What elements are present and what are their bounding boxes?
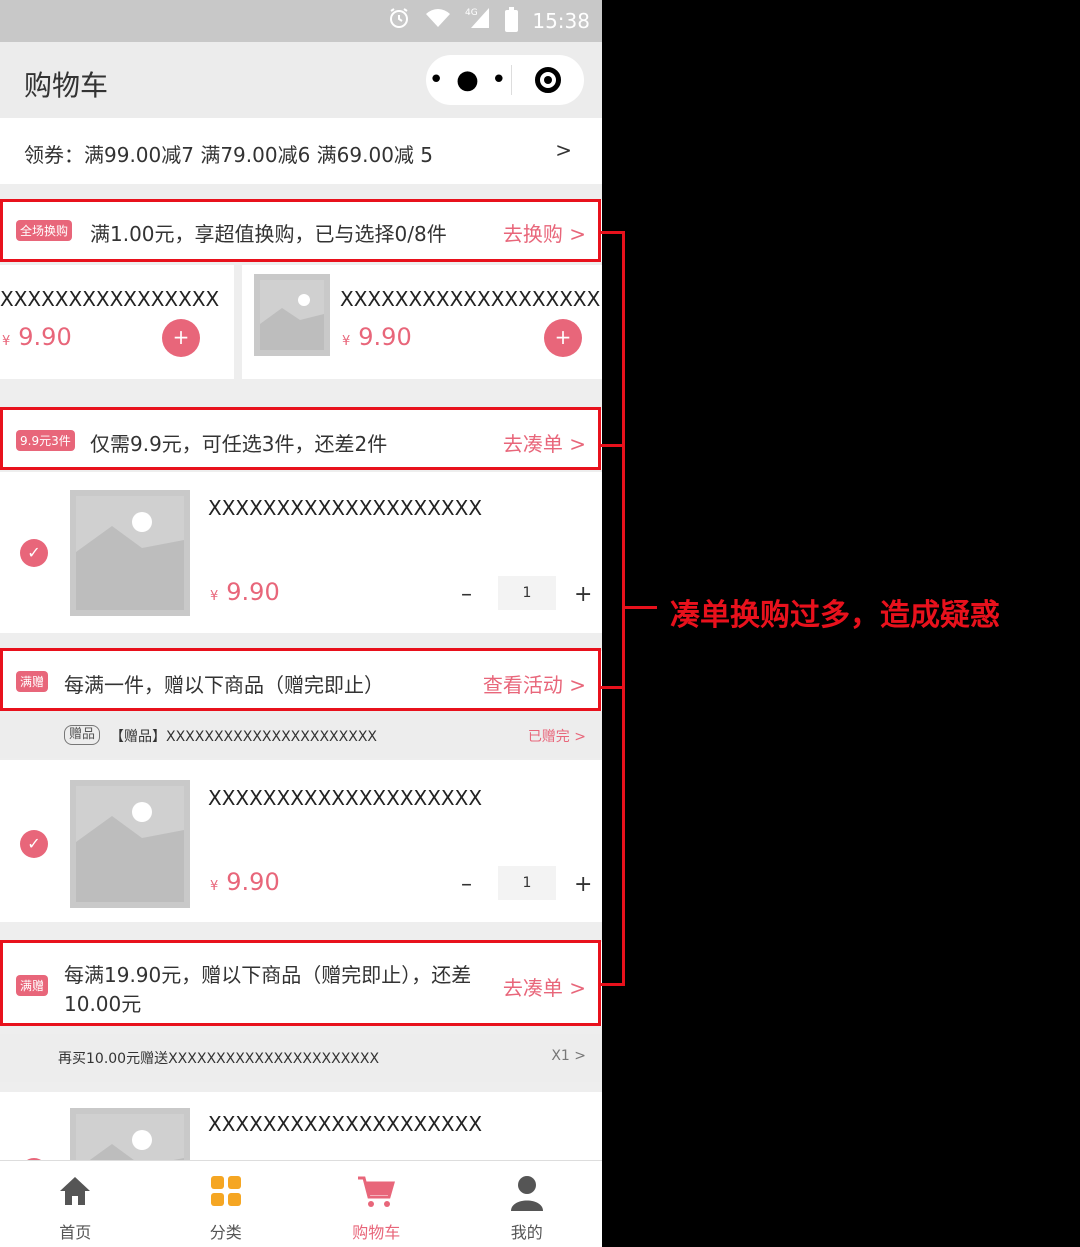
close-target-icon xyxy=(535,67,561,93)
buy-more-text: 再买10.00元赠送XXXXXXXXXXXXXXXXXXXXXX xyxy=(58,1051,380,1067)
gift-status-link[interactable]: 已赠完 > xyxy=(528,726,586,746)
gift-text: 【赠品】XXXXXXXXXXXXXXXXXXXXXX xyxy=(110,729,377,745)
product-name: XXXXXXXXXXXXXXXXXXXX xyxy=(208,1112,483,1136)
status-bar: 4G 15:38 xyxy=(0,0,602,42)
page-title: 购物车 xyxy=(24,69,109,102)
increment-button[interactable]: + xyxy=(574,872,592,897)
close-button[interactable] xyxy=(512,67,584,93)
annotation-text: 凑单换购过多，造成疑惑 xyxy=(670,598,1000,633)
product-name: XXXXXXXXXXXXXXXXXXX xyxy=(340,287,601,311)
home-icon xyxy=(58,1175,92,1211)
coupon-text: 领券：满99.00减7 满79.00减6 满69.00减 5 xyxy=(24,143,434,167)
product-image-placeholder xyxy=(70,1108,190,1162)
image-placeholder-icon xyxy=(76,786,184,902)
cell-signal-icon: 4G xyxy=(465,6,491,35)
product-name: XXXXXXXXXXXXXXXX xyxy=(0,287,220,311)
gift-quantity-link[interactable]: X1 > xyxy=(551,1048,586,1064)
increment-button[interactable]: + xyxy=(574,582,592,607)
coupon-bar[interactable]: 领券：满99.00减7 满79.00减6 满69.00减 5 > xyxy=(0,118,602,184)
status-icons: 4G 15:38 xyxy=(387,6,590,35)
tab-label: 我的 xyxy=(510,1223,543,1242)
yen-symbol: ¥ xyxy=(342,334,351,349)
cart-icon xyxy=(357,1175,396,1213)
buy-more-row: 再买10.00元赠送XXXXXXXXXXXXXXXXXXXXXX X1 > xyxy=(0,1034,602,1082)
quantity-input[interactable]: 1 xyxy=(498,866,556,900)
bracket-arm xyxy=(601,686,625,689)
product-name: XXXXXXXXXXXXXXXXXXXX xyxy=(208,786,483,810)
price-value: 9.90 xyxy=(358,323,412,351)
status-time: 15:38 xyxy=(532,8,590,33)
highlight-box xyxy=(0,940,601,1026)
highlight-box xyxy=(0,648,601,711)
product-image-placeholder xyxy=(254,274,330,356)
gift-badge: 赠品 xyxy=(64,725,101,745)
tab-label: 购物车 xyxy=(352,1223,401,1242)
chevron-right-icon: > xyxy=(555,138,572,162)
battery-icon xyxy=(505,6,519,32)
mini-program-capsule: • ● • xyxy=(426,55,584,105)
decrement-button[interactable]: – xyxy=(461,872,472,897)
image-placeholder-icon xyxy=(76,496,184,610)
user-icon xyxy=(510,1175,543,1215)
product-price: ¥9.90 xyxy=(210,868,280,896)
quantity-input[interactable]: 1 xyxy=(498,576,556,610)
more-menu-button[interactable]: • ● • xyxy=(426,55,511,105)
tab-cart[interactable]: 购物车 xyxy=(301,1161,452,1247)
bracket-arm xyxy=(601,231,625,234)
tab-home[interactable]: 首页 xyxy=(0,1161,151,1247)
cart-item: XXXXXXXXXXXXXXXXXXXX xyxy=(0,1092,602,1162)
product-image-placeholder xyxy=(70,490,190,616)
yen-symbol: ¥ xyxy=(2,334,11,349)
product-image-placeholder xyxy=(70,780,190,908)
tab-bar: 首页 分类 购物车 我的 xyxy=(0,1160,602,1247)
image-placeholder-icon xyxy=(260,280,324,350)
product-name: XXXXXXXXXXXXXXXXXXXX xyxy=(208,496,483,520)
tab-label: 首页 xyxy=(59,1223,92,1242)
product-price: ¥9.90 xyxy=(2,323,72,351)
highlight-box xyxy=(0,407,601,470)
image-placeholder-icon xyxy=(76,1114,184,1162)
decrement-button[interactable]: – xyxy=(461,582,472,607)
category-grid-icon xyxy=(210,1175,242,1211)
bracket-arm xyxy=(601,983,625,986)
product-price: ¥9.90 xyxy=(210,578,280,606)
gift-row: 赠品 【赠品】XXXXXXXXXXXXXXXXXXXXXX 已赠完 > xyxy=(0,714,602,758)
yen-symbol: ¥ xyxy=(210,879,219,894)
annotation-bracket xyxy=(622,232,625,986)
phone-screen: 4G 15:38 购物车 • ● • 领券：满99.00减7 满79.00减6 … xyxy=(0,0,602,1247)
add-exchange-button[interactable]: + xyxy=(162,319,200,357)
cart-item: ✓ XXXXXXXXXXXXXXXXXXXX ¥9.90 – 1 + xyxy=(0,472,602,633)
nav-bar: 购物车 • ● • xyxy=(0,42,602,118)
yen-symbol: ¥ xyxy=(210,589,219,604)
tab-profile[interactable]: 我的 xyxy=(452,1161,603,1247)
exchange-item-card: XXXXXXXXXXXXXXXXXXX ¥9.90 + xyxy=(242,265,602,379)
alarm-icon xyxy=(387,6,411,35)
product-price: ¥9.90 xyxy=(342,323,412,351)
price-value: 9.90 xyxy=(226,868,280,896)
cart-item: ✓ XXXXXXXXXXXXXXXXXXXX ¥9.90 – 1 + xyxy=(0,760,602,922)
stage: 4G 15:38 购物车 • ● • 领券：满99.00减7 满79.00减6 … xyxy=(0,0,1080,1247)
add-exchange-button[interactable]: + xyxy=(544,319,582,357)
price-value: 9.90 xyxy=(226,578,280,606)
bracket-arm xyxy=(601,444,625,447)
tab-label: 分类 xyxy=(209,1223,242,1242)
exchange-item-card: XXXXXXXXXXXXXXXX ¥9.90 + xyxy=(0,265,234,379)
network-label: 4G xyxy=(465,8,478,18)
bracket-pointer xyxy=(625,606,657,609)
price-value: 9.90 xyxy=(18,323,72,351)
highlight-box xyxy=(0,199,601,262)
item-checkbox[interactable]: ✓ xyxy=(20,830,48,858)
item-checkbox[interactable]: ✓ xyxy=(20,539,48,567)
tab-category[interactable]: 分类 xyxy=(151,1161,302,1247)
wifi-icon xyxy=(425,7,451,34)
